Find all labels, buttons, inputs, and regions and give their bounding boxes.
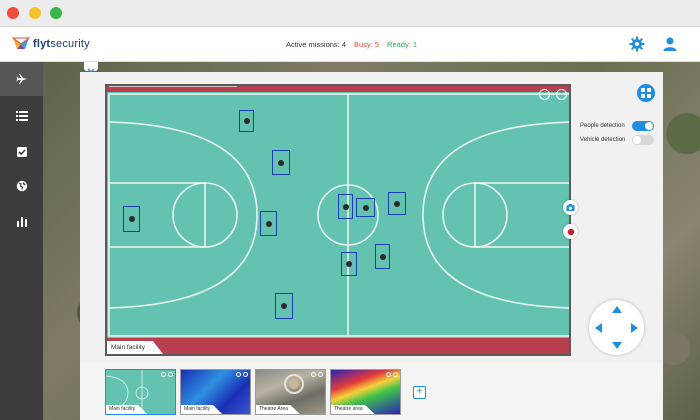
settings-overlay-icon[interactable]: [318, 372, 323, 377]
logo[interactable]: flytsecurity: [12, 36, 90, 52]
crosshair-icon[interactable]: [386, 372, 391, 377]
sidebar: [0, 62, 43, 420]
person-detection-box[interactable]: [239, 110, 254, 132]
person-detection-box[interactable]: [388, 192, 406, 215]
checkbox-icon: [16, 147, 27, 157]
globe-icon: [16, 180, 27, 192]
person-detection-box[interactable]: [275, 293, 293, 319]
settings-gear-icon[interactable]: [629, 36, 645, 52]
crosshair-icon[interactable]: [236, 372, 241, 377]
pan-up-arrow-icon[interactable]: [612, 306, 622, 313]
close-window-button[interactable]: [7, 7, 19, 19]
person-detection-box[interactable]: [356, 198, 375, 217]
person-detection-box[interactable]: [375, 244, 390, 269]
bar-chart-icon: [16, 217, 27, 227]
toggle-knob: [645, 122, 653, 130]
people-detection-toggle[interactable]: [632, 121, 654, 131]
minimize-window-button[interactable]: [29, 7, 41, 19]
pan-left-arrow-icon[interactable]: [595, 323, 602, 333]
add-feed-button[interactable]: +: [413, 386, 426, 399]
feed-thumbnail[interactable]: Main facility: [105, 369, 176, 415]
crosshair-icon[interactable]: [311, 372, 316, 377]
settings-overlay-icon[interactable]: [556, 89, 567, 100]
basketball-court-image: [107, 86, 569, 354]
thumbnail-label: Theatre area: [331, 405, 375, 414]
app-header: flytsecurity Active missions: 4 Busy: 5 …: [0, 27, 700, 62]
person-detection-box[interactable]: [272, 150, 290, 175]
feed-thumbnail[interactable]: Theatre Area: [255, 369, 326, 415]
window-titlebar: [0, 0, 700, 27]
live-video-feed[interactable]: Main facility: [105, 84, 571, 356]
person-detection-box[interactable]: [123, 206, 140, 232]
mission-status: Active missions: 4 Busy: 5 Ready: 1: [286, 40, 417, 49]
grid-view-button[interactable]: [637, 84, 655, 102]
thumbnail-controls: [236, 372, 248, 377]
feed-thumbnail[interactable]: Theatre area: [330, 369, 401, 415]
sidebar-item-missions[interactable]: [0, 62, 43, 96]
settings-overlay-icon[interactable]: [243, 372, 248, 377]
thumbnail-controls: [311, 372, 323, 377]
ready-count: Ready: 1: [387, 40, 418, 49]
vehicle-detection-toggle[interactable]: [632, 135, 654, 145]
settings-overlay-icon[interactable]: [168, 372, 173, 377]
crosshair-icon[interactable]: [539, 89, 550, 100]
thumbnail-controls: [386, 372, 398, 377]
record-button[interactable]: [563, 224, 578, 239]
person-detection-box[interactable]: [260, 211, 277, 236]
maximize-window-button[interactable]: [50, 7, 62, 19]
sidebar-item-map[interactable]: [0, 169, 43, 203]
person-detection-box[interactable]: [338, 194, 353, 219]
list-icon: [15, 111, 28, 121]
camera-icon: [566, 203, 575, 212]
plane-icon: [16, 74, 27, 84]
user-icon[interactable]: [662, 36, 678, 52]
feed-thumbnail[interactable]: Main facility: [180, 369, 251, 415]
toggle-knob: [633, 136, 641, 144]
record-icon: [567, 228, 574, 235]
sidebar-item-analytics[interactable]: [0, 204, 43, 238]
settings-overlay-icon[interactable]: [393, 372, 398, 377]
thumbnail-label: Main facility: [181, 405, 223, 414]
sidebar-item-tasks[interactable]: [0, 135, 43, 169]
pan-down-arrow-icon[interactable]: [612, 342, 622, 349]
sidebar-item-list[interactable]: [0, 99, 43, 133]
vehicle-detection-label: Vehicle detection: [580, 137, 626, 143]
thumbnail-controls: [161, 372, 173, 377]
crosshair-icon[interactable]: [161, 372, 166, 377]
pan-right-arrow-icon[interactable]: [631, 323, 638, 333]
active-missions-count: Active missions: 4: [286, 40, 347, 49]
logo-icon: [12, 37, 30, 49]
busy-count: Busy: 5: [354, 40, 380, 49]
person-detection-box[interactable]: [341, 252, 357, 276]
collapse-panel-tab[interactable]: [84, 62, 98, 73]
brand-name: flytsecurity: [33, 38, 90, 50]
snapshot-button[interactable]: [563, 200, 578, 215]
grid-icon: [641, 88, 651, 98]
camera-direction-pad: [589, 300, 644, 355]
people-detection-label: People detection: [580, 123, 625, 129]
